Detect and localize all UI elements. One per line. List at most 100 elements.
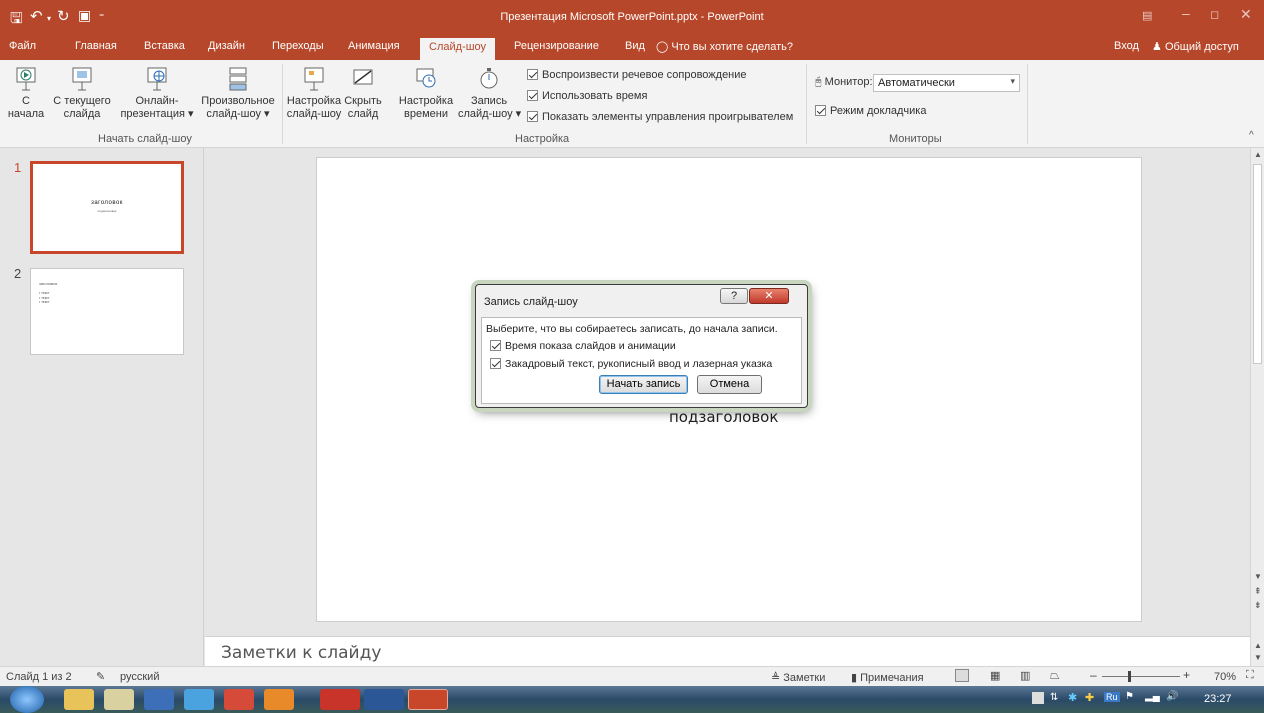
narration-option[interactable]: Закадровый текст, рукописный ввод и лазе… bbox=[490, 358, 772, 370]
setup-show-icon bbox=[304, 67, 324, 91]
minimize-icon[interactable]: – bbox=[1182, 5, 1190, 21]
zoom-slider-thumb[interactable] bbox=[1128, 671, 1131, 682]
cancel-button[interactable]: Отмена bbox=[697, 375, 762, 394]
record-stopwatch-icon bbox=[480, 68, 498, 89]
slide-sorter-icon[interactable]: ▦ bbox=[990, 669, 1000, 682]
reading-view-icon[interactable]: ▥ bbox=[1020, 669, 1030, 682]
start-recording-button[interactable]: Начать запись bbox=[599, 375, 688, 394]
narration-checkbox[interactable]: Воспроизвести речевое сопровождение bbox=[527, 69, 747, 81]
powerpoint-icon[interactable] bbox=[408, 689, 448, 710]
option-label: Время показа слайдов и анимации bbox=[505, 340, 676, 352]
slide-thumbnail-2[interactable]: заголовок • текст • текст • текст bbox=[30, 268, 184, 355]
custom-slideshow-button[interactable]: Произвольное слайд-шоу ▾ bbox=[198, 66, 278, 121]
bluetooth-icon[interactable]: ✱ bbox=[1068, 691, 1077, 704]
next-slide-icon[interactable]: ⇟ bbox=[1254, 600, 1262, 611]
tell-me-search[interactable]: ◯ Что вы хотите сделать? bbox=[656, 40, 793, 53]
tab-transitions[interactable]: Переходы bbox=[272, 40, 324, 52]
presenter-view-checkbox[interactable]: Режим докладчика bbox=[815, 105, 926, 117]
previous-slide-icon[interactable]: ⇞ bbox=[1254, 586, 1262, 597]
signin-link[interactable]: Вход bbox=[1114, 40, 1139, 52]
share-button[interactable]: ♟ Общий доступ bbox=[1152, 40, 1239, 53]
checkbox-checked[interactable] bbox=[527, 90, 538, 101]
present-online-button[interactable]: Онлайн- презентация ▾ bbox=[120, 66, 194, 121]
tray-icon[interactable] bbox=[1032, 692, 1044, 704]
tab-slideshow[interactable]: Слайд-шоу bbox=[420, 38, 496, 60]
monitor-dropdown[interactable]: Автоматически ▾ bbox=[873, 74, 1020, 92]
slideshow-view-icon[interactable]: ⏢ bbox=[1050, 668, 1060, 683]
maximize-icon[interactable]: ◻ bbox=[1210, 8, 1219, 21]
rehearse-timings-button[interactable]: Настройка времени bbox=[398, 66, 454, 121]
app-icon[interactable] bbox=[104, 689, 134, 710]
thumb-bullet: текст bbox=[41, 291, 50, 295]
checkbox-checked[interactable] bbox=[490, 340, 501, 351]
collapse-ribbon-icon[interactable]: ^ bbox=[1249, 130, 1254, 141]
dialog-close-button[interactable]: ✕ bbox=[749, 288, 789, 304]
flag-icon[interactable]: ⚑ bbox=[1125, 691, 1134, 702]
scroll-down-icon[interactable]: ▼ bbox=[1254, 572, 1262, 581]
tell-me-label: Что вы хотите сделать? bbox=[671, 41, 793, 53]
record-slideshow-button[interactable]: Запись слайд-шоу ▾ bbox=[458, 66, 521, 121]
timings-option[interactable]: Время показа слайдов и анимации bbox=[490, 340, 676, 352]
tab-insert[interactable]: Вставка bbox=[144, 40, 185, 52]
dialog-title: Запись слайд-шоу bbox=[484, 296, 578, 308]
ribbon-display-icon[interactable]: ▤ bbox=[1142, 9, 1152, 22]
scroll-thumb[interactable] bbox=[1253, 164, 1262, 364]
language-tray[interactable]: Ru bbox=[1104, 692, 1120, 702]
vertical-scrollbar[interactable]: ▲ ▼ ⇞ ⇟ ▲ ▼ bbox=[1250, 148, 1264, 666]
from-beginning-button[interactable]: С начала bbox=[6, 66, 46, 121]
fit-to-window-icon[interactable]: ⛶ bbox=[1246, 669, 1254, 682]
zoom-level[interactable]: 70% bbox=[1214, 671, 1236, 683]
checkbox-checked[interactable] bbox=[815, 105, 826, 116]
button-label: слайда bbox=[63, 108, 101, 120]
tab-view[interactable]: Вид bbox=[625, 40, 645, 52]
chrome-icon[interactable] bbox=[224, 689, 254, 710]
rehearse-timer-icon bbox=[416, 68, 436, 88]
clock[interactable]: 23:27 bbox=[1204, 693, 1232, 705]
explorer-icon[interactable] bbox=[64, 689, 94, 710]
spellcheck-icon[interactable]: ✎ bbox=[96, 670, 105, 683]
firefox-icon[interactable] bbox=[264, 689, 294, 710]
signal-icon[interactable]: ▂▄ bbox=[1145, 691, 1160, 702]
comments-toggle[interactable]: ▮ Примечания bbox=[851, 671, 924, 684]
close-icon[interactable]: ✕ bbox=[1240, 6, 1252, 23]
zoom-slider[interactable] bbox=[1102, 676, 1180, 677]
network-icon[interactable]: ⇅ bbox=[1050, 692, 1058, 703]
volume-icon[interactable]: 🔊 bbox=[1166, 691, 1178, 702]
save-app-icon[interactable] bbox=[144, 689, 174, 710]
word-icon[interactable] bbox=[364, 689, 404, 710]
zoom-out-icon[interactable]: – bbox=[1090, 668, 1097, 682]
checkbox-label: Показать элементы управления проигрывате… bbox=[542, 111, 794, 123]
scroll-up-icon[interactable]: ▲ bbox=[1254, 150, 1262, 159]
thumb-subtitle: подзаголовок bbox=[97, 209, 117, 213]
help-button[interactable]: ? bbox=[720, 288, 748, 304]
button-label: Онлайн- bbox=[135, 95, 179, 107]
opera-icon[interactable] bbox=[320, 689, 360, 710]
ie-icon[interactable] bbox=[184, 689, 214, 710]
notes-scroll-down-icon[interactable]: ▼ bbox=[1254, 653, 1262, 662]
slide-subtitle[interactable]: подзаголовок bbox=[669, 408, 778, 426]
slide-thumbnail-1[interactable]: заголовок подзаголовок bbox=[30, 161, 184, 254]
notes-scroll-up-icon[interactable]: ▲ bbox=[1254, 641, 1262, 650]
normal-view-icon[interactable] bbox=[955, 669, 969, 682]
media-controls-checkbox[interactable]: Показать элементы управления проигрывате… bbox=[527, 111, 793, 123]
ribbon-tabs: Файл Главная Вставка Дизайн Переходы Ани… bbox=[0, 36, 1264, 60]
tab-file[interactable]: Файл bbox=[9, 40, 36, 52]
from-current-slide-button[interactable]: С текущего слайда bbox=[50, 66, 114, 121]
language-indicator[interactable]: русский bbox=[120, 671, 159, 683]
update-icon[interactable]: ✚ bbox=[1085, 691, 1094, 704]
use-timings-checkbox[interactable]: Использовать время bbox=[527, 90, 647, 102]
tab-review[interactable]: Рецензирование bbox=[514, 40, 599, 52]
tab-animations[interactable]: Анимация bbox=[348, 40, 400, 52]
checkbox-checked[interactable] bbox=[490, 358, 501, 369]
notes-toggle[interactable]: ≜ Заметки bbox=[771, 671, 825, 684]
notes-pane[interactable]: Заметки к слайду bbox=[205, 636, 1250, 666]
hide-slide-button[interactable]: Скрыть слайд bbox=[344, 66, 382, 121]
zoom-in-icon[interactable]: + bbox=[1183, 668, 1190, 682]
checkbox-checked[interactable] bbox=[527, 111, 538, 122]
tab-home[interactable]: Главная bbox=[75, 40, 117, 52]
start-button[interactable] bbox=[10, 686, 44, 713]
checkbox-checked[interactable] bbox=[527, 69, 538, 80]
button-label: Запись bbox=[470, 95, 508, 107]
tab-design[interactable]: Дизайн bbox=[208, 40, 245, 52]
setup-slideshow-button[interactable]: Настройка слайд-шоу bbox=[286, 66, 342, 121]
